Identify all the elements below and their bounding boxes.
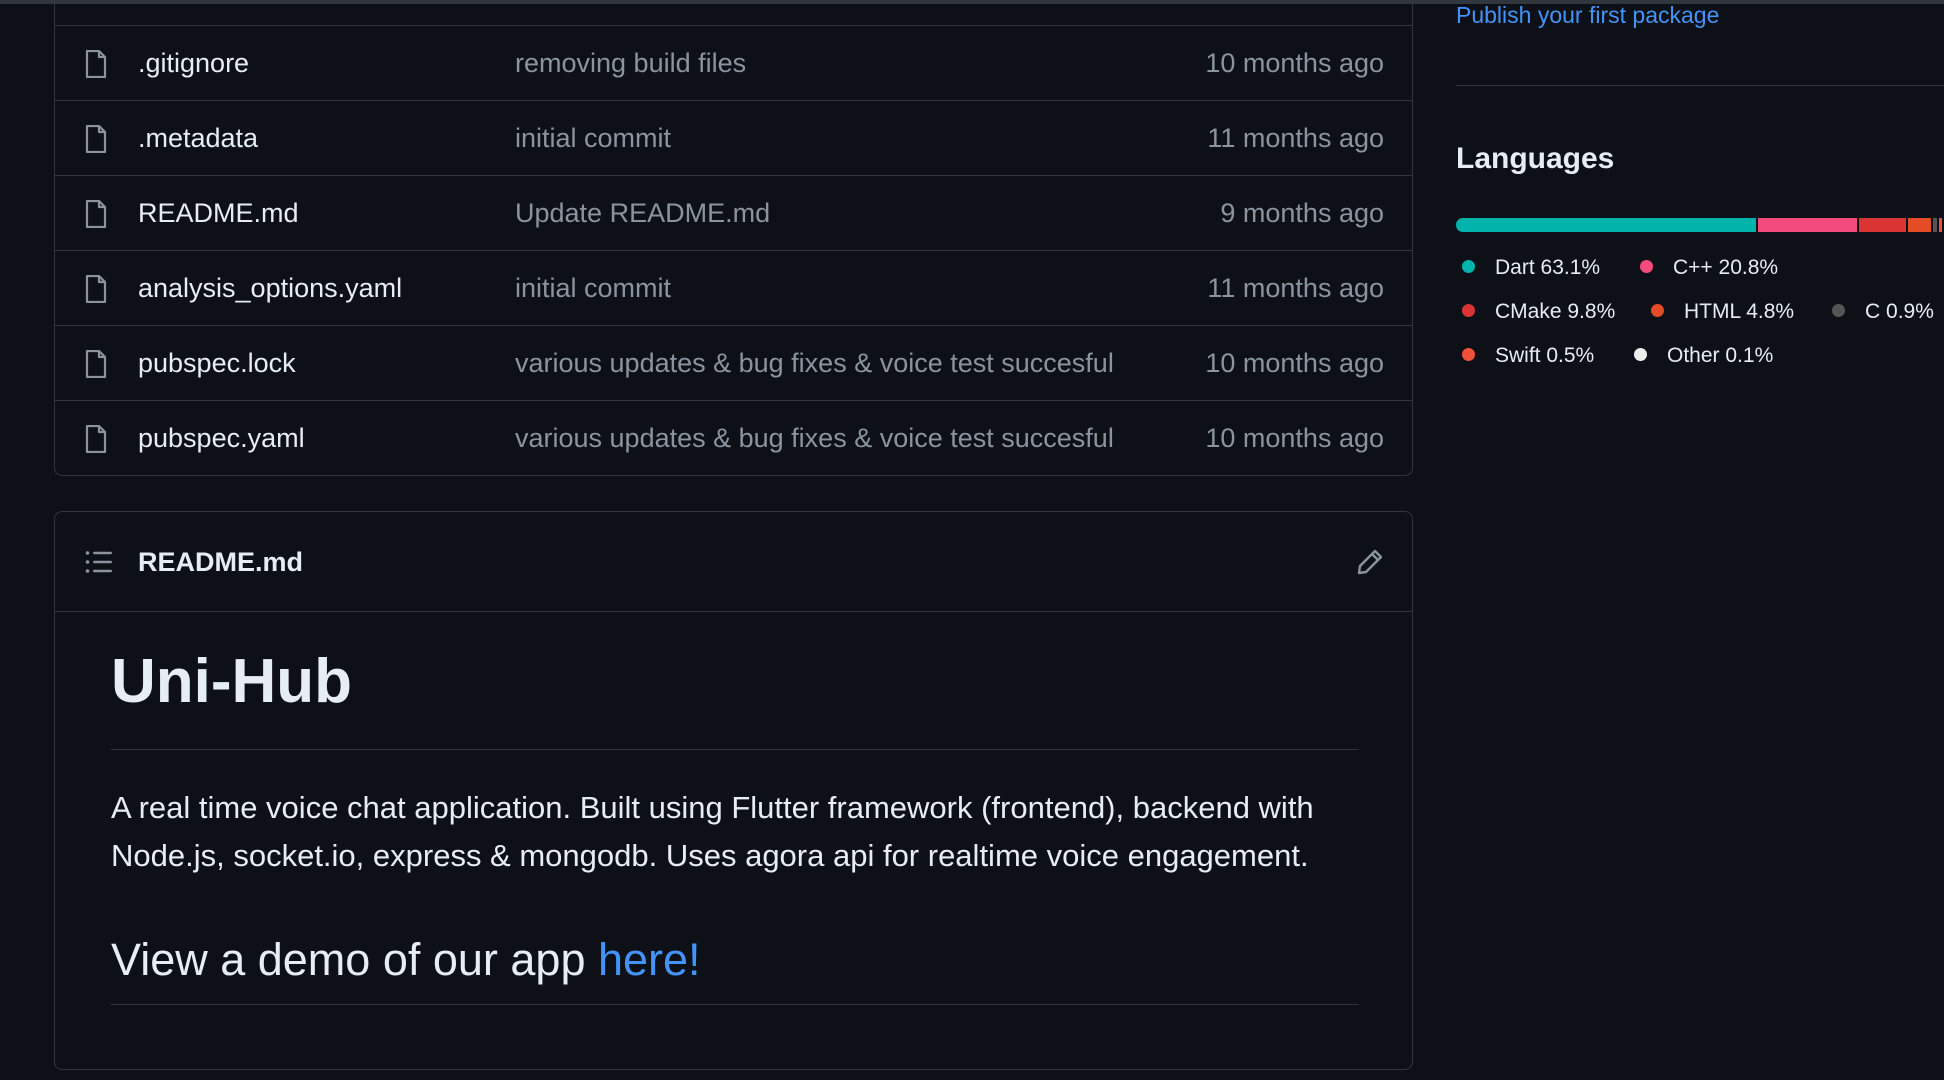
file-row[interactable]: .gitignore removing build files 10 month… xyxy=(55,25,1412,100)
readme-panel: README.md Uni-Hub A real time voice chat… xyxy=(54,511,1413,1070)
languages-heading: Languages xyxy=(1456,142,1615,175)
commit-date: 10 months ago xyxy=(1205,348,1384,378)
readme-filename[interactable]: README.md xyxy=(138,512,303,612)
language-percent: 63.1% xyxy=(1540,256,1601,279)
file-name-link[interactable]: .gitignore xyxy=(138,26,249,101)
language-bar-segment xyxy=(1456,218,1757,232)
file-icon xyxy=(85,200,107,228)
readme-description: A real time voice chat application. Buil… xyxy=(111,790,1314,873)
file-name-link[interactable]: pubspec.yaml xyxy=(138,401,305,475)
language-percent: 9.8% xyxy=(1567,300,1616,323)
file-row[interactable]: analysis_options.yaml initial commit 11 … xyxy=(55,250,1412,325)
file-name-link[interactable]: pubspec.lock xyxy=(138,326,296,401)
file-icon xyxy=(85,275,107,303)
language-bar-segment xyxy=(1908,218,1931,232)
language-dot xyxy=(1832,303,1845,317)
file-icon xyxy=(85,125,107,153)
language-item-swift[interactable]: Swift 0.5% xyxy=(1462,341,1594,371)
file-icon xyxy=(85,350,107,378)
language-dot xyxy=(1651,303,1664,317)
sidebar-divider xyxy=(1456,85,1944,86)
language-bar-segment xyxy=(1758,218,1858,232)
language-item-dart[interactable]: Dart 63.1% xyxy=(1462,253,1600,283)
commit-message-link[interactable]: Update README.md xyxy=(515,176,770,251)
language-bar-segment xyxy=(1932,218,1938,232)
commit-message-link[interactable]: initial commit xyxy=(515,101,671,176)
file-name-link[interactable]: analysis_options.yaml xyxy=(138,251,402,326)
file-row[interactable]: pubspec.yaml various updates & bug fixes… xyxy=(55,400,1412,475)
language-dot xyxy=(1634,347,1647,361)
language-percent: 20.8% xyxy=(1718,256,1779,279)
language-dot xyxy=(1462,303,1475,317)
language-dot xyxy=(1640,259,1653,273)
language-item-c[interactable]: C 0.9% xyxy=(1832,297,1934,327)
file-list: .gitignore removing build files 10 month… xyxy=(54,0,1413,476)
file-row[interactable]: .metadata initial commit 11 months ago xyxy=(55,100,1412,175)
pencil-icon[interactable] xyxy=(1356,548,1384,576)
language-dot xyxy=(1462,347,1475,361)
readme-demo-heading: View a demo of our app here! xyxy=(111,925,1359,1005)
language-bar-segment xyxy=(1939,218,1942,232)
language-percent: 0.9% xyxy=(1886,300,1934,323)
language-percent: 4.8% xyxy=(1746,300,1795,323)
commit-date: 9 months ago xyxy=(1220,198,1384,228)
language-bar-segment xyxy=(1859,218,1907,232)
readme-header: README.md xyxy=(55,512,1412,612)
file-row[interactable]: pubspec.lock various updates & bug fixes… xyxy=(55,325,1412,400)
file-icon xyxy=(85,50,107,78)
commit-date: 10 months ago xyxy=(1205,423,1384,453)
demo-heading-text: View a demo of our app xyxy=(111,934,598,985)
language-percent: 0.1% xyxy=(1725,344,1774,367)
language-percent: 0.5% xyxy=(1546,344,1595,367)
file-row[interactable]: README.md Update README.md 9 months ago xyxy=(55,175,1412,250)
languages-bar xyxy=(1456,218,1944,232)
readme-title: Uni-Hub xyxy=(111,647,1359,750)
commit-date: 11 months ago xyxy=(1207,273,1384,303)
language-item-other[interactable]: Other 0.1% xyxy=(1634,341,1773,371)
file-name-link[interactable]: README.md xyxy=(138,176,299,251)
language-item-html[interactable]: HTML 4.8% xyxy=(1651,297,1794,327)
publish-package-link[interactable]: Publish your first package xyxy=(1456,2,1719,29)
demo-link[interactable]: here! xyxy=(598,934,701,985)
language-item-cpp[interactable]: C++ 20.8% xyxy=(1640,253,1778,283)
commit-date: 10 months ago xyxy=(1205,48,1384,78)
file-name-link[interactable]: .metadata xyxy=(138,101,258,176)
commit-message-link[interactable]: various updates & bug fixes & voice test… xyxy=(515,326,1114,401)
commit-message-link[interactable]: initial commit xyxy=(515,251,671,326)
language-dot xyxy=(1462,259,1475,273)
commit-message-link[interactable]: removing build files xyxy=(515,26,746,101)
language-item-cmake[interactable]: CMake 9.8% xyxy=(1462,297,1615,327)
file-icon xyxy=(85,425,107,453)
commit-date: 11 months ago xyxy=(1207,123,1384,153)
list-icon[interactable] xyxy=(85,550,113,574)
commit-message-link[interactable]: various updates & bug fixes & voice test… xyxy=(515,401,1114,475)
